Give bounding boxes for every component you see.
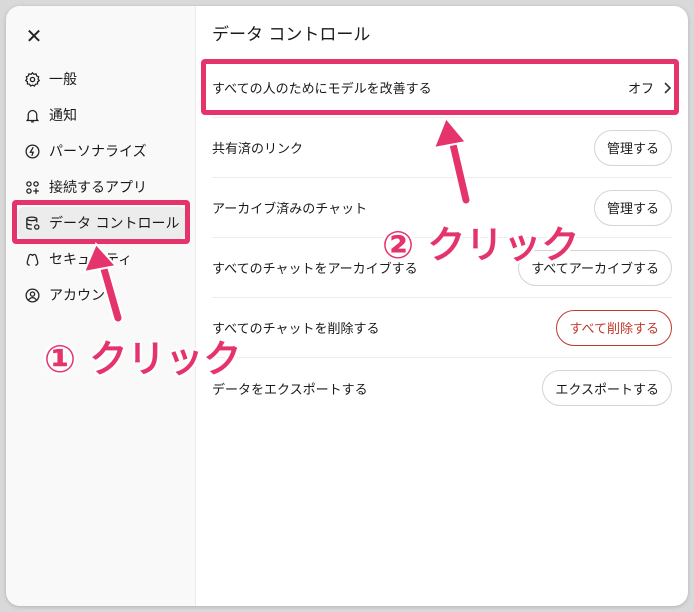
- settings-row-delete-all: すべてのチャットを削除する すべて削除する: [212, 298, 672, 358]
- sidebar-item-label: 一般: [49, 72, 77, 88]
- export-button[interactable]: エクスポートする: [542, 370, 672, 406]
- security-icon: [26, 253, 39, 266]
- sidebar-item-label: アカウント: [49, 288, 119, 304]
- delete-all-button[interactable]: すべて削除する: [556, 309, 672, 346]
- sidebar-item-notifications[interactable]: 通知: [18, 99, 186, 131]
- sidebar-item-personalize[interactable]: パーソナライズ: [18, 135, 186, 167]
- close-icon[interactable]: ✕: [24, 26, 44, 46]
- highlight-box-data-controls: [12, 200, 190, 244]
- sidebar-item-label: パーソナライズ: [49, 144, 147, 160]
- sidebar-item-account[interactable]: アカウント: [18, 279, 186, 311]
- account-icon: [25, 287, 40, 303]
- callout-step-2: ② クリック: [382, 223, 580, 267]
- gear-icon: [24, 71, 41, 87]
- settings-row-export: データをエクスポートする エクスポートする: [212, 358, 672, 418]
- sidebar-item-label: 通知: [49, 108, 77, 124]
- settings-row-shared-links: 共有済のリンク 管理する: [212, 118, 672, 178]
- sidebar-item-security[interactable]: セキュリティ: [18, 243, 186, 275]
- personalize-icon: [25, 143, 40, 159]
- manage-shared-links-button[interactable]: 管理する: [593, 129, 672, 166]
- bell-icon: [25, 109, 40, 123]
- manage-archived-chats-button[interactable]: 管理する: [593, 189, 672, 226]
- sidebar-item-label: 接続するアプリ: [49, 180, 147, 196]
- apps-icon: [26, 180, 39, 194]
- callout-step-1: ① クリック: [44, 337, 242, 381]
- sidebar-item-general[interactable]: 一般: [18, 63, 186, 95]
- page-title: データ コントロール: [212, 25, 371, 45]
- settings-sidebar: ✕ 一般 通知 パーソナライズ 接続するアプリ データ コントロール セキュリテ…: [6, 6, 196, 606]
- row-label: アーカイブ済みのチャット: [212, 202, 368, 217]
- sidebar-item-connected-apps[interactable]: 接続するアプリ: [18, 171, 186, 203]
- sidebar-item-label: セキュリティ: [49, 252, 133, 268]
- row-label: 共有済のリンク: [212, 142, 304, 157]
- highlight-box-improve-model: [201, 59, 679, 115]
